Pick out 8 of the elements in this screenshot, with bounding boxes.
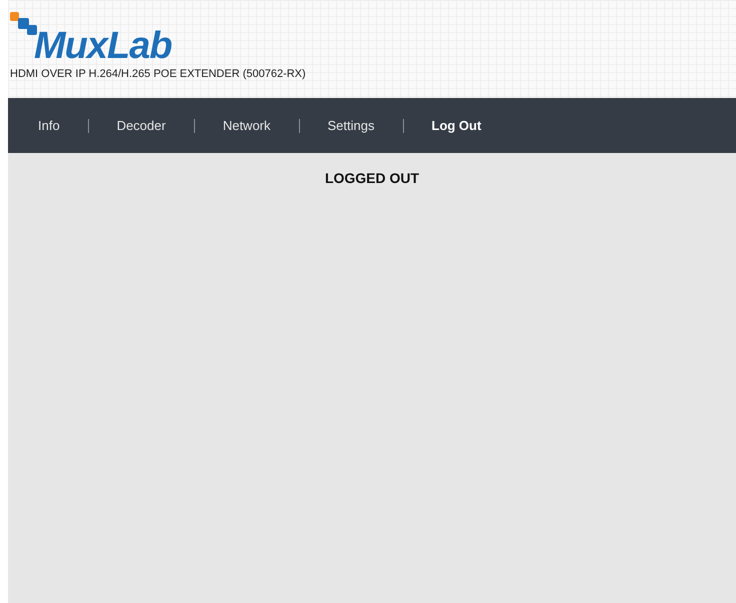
product-title: HDMI OVER IP H.264/H.265 POE EXTENDER (500762-RX) <box>10 68 307 80</box>
nav-link[interactable]: Log Out <box>432 118 482 133</box>
logo-text: MuxLab <box>34 28 172 64</box>
status-message: LOGGED OUT <box>324 170 420 186</box>
nav-link[interactable]: Settings <box>328 118 374 133</box>
nav-link[interactable]: Decoder <box>116 118 166 133</box>
nav-link[interactable]: Network <box>222 118 271 133</box>
nav-link[interactable]: Info <box>38 118 60 133</box>
